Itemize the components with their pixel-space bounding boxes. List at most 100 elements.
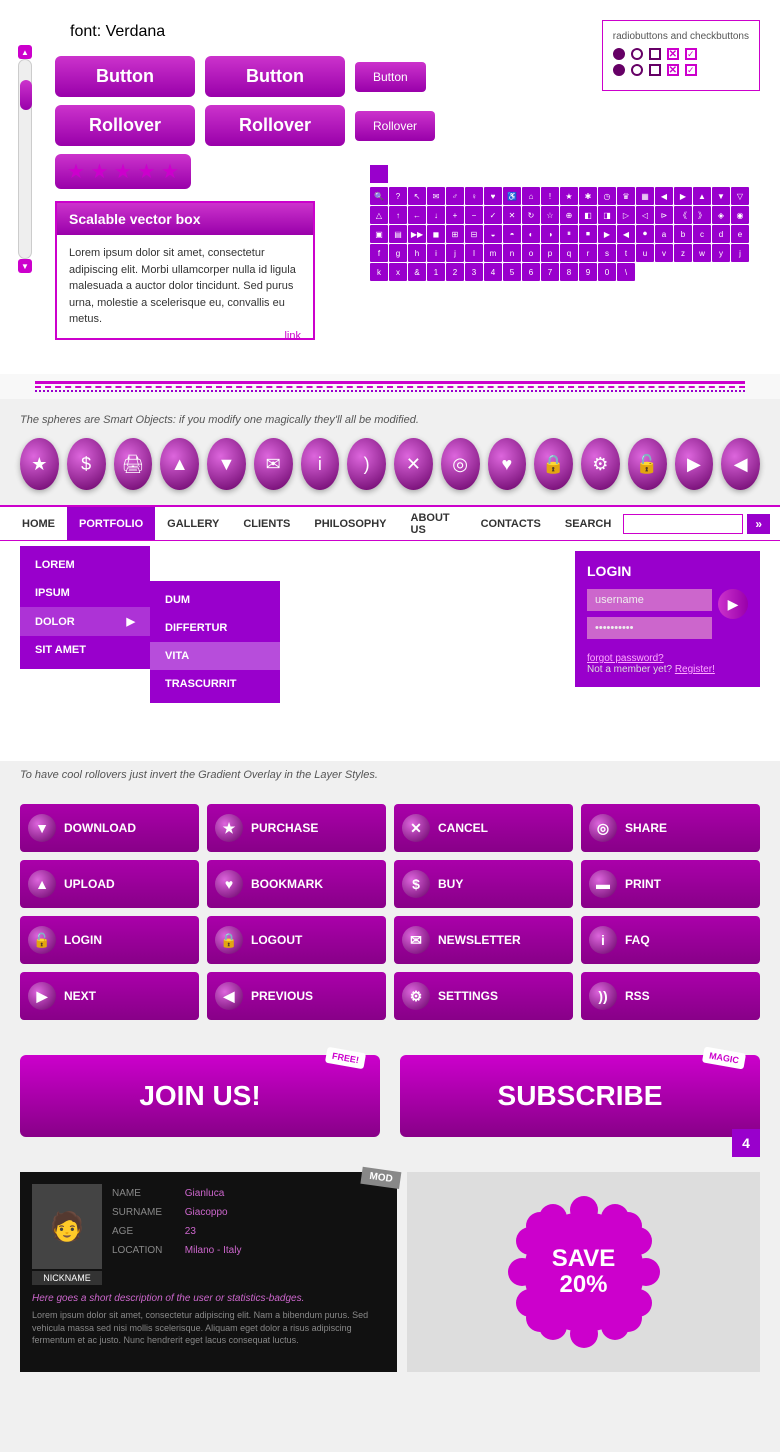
icon-t8: o bbox=[522, 244, 540, 262]
sphere-lock2[interactable]: 🔓 bbox=[628, 438, 667, 490]
sphere-up[interactable]: ▲ bbox=[160, 438, 199, 490]
logout-button[interactable]: 🔒 LOGOUT bbox=[207, 916, 386, 964]
checkbox-x-1[interactable]: ✕ bbox=[667, 48, 679, 60]
icon-r15: ⊟ bbox=[465, 225, 483, 243]
login-action-button[interactable]: 🔓 LOGIN bbox=[20, 916, 199, 964]
button-large-1[interactable]: Button bbox=[55, 56, 195, 97]
checkbox-x-2[interactable]: ✕ bbox=[667, 64, 679, 76]
button-large-2[interactable]: Button bbox=[205, 56, 345, 97]
nav-item-philosophy[interactable]: PHILOSOPHY bbox=[302, 507, 398, 540]
sphere-lock[interactable]: 🔒 bbox=[534, 438, 573, 490]
cancel-button[interactable]: ✕ CANCEL bbox=[394, 804, 573, 852]
buy-button[interactable]: $ BUY bbox=[394, 860, 573, 908]
menu-dolor[interactable]: DOLOR ▶ bbox=[20, 607, 150, 636]
previous-label: PREVIOUS bbox=[251, 989, 313, 1003]
checkbox-check-1[interactable]: ✓ bbox=[685, 48, 697, 60]
cancel-label: CANCEL bbox=[438, 821, 488, 835]
join-button[interactable]: FREE! JOIN US! bbox=[20, 1055, 380, 1137]
action-buttons-section: ▼ DOWNLOAD ★ PURCHASE ✕ CANCEL ◎ SHARE ▲… bbox=[0, 789, 780, 1035]
rss-button[interactable]: )) RSS bbox=[581, 972, 760, 1020]
sphere-x[interactable]: ✕ bbox=[394, 438, 433, 490]
checkbox-check-2[interactable]: ✓ bbox=[685, 64, 697, 76]
submenu-differtur[interactable]: DIFFERTUR bbox=[150, 614, 280, 642]
rollover-small-1[interactable]: Rollover bbox=[355, 111, 435, 141]
submenu-trascurrit[interactable]: TRASCURRIT bbox=[150, 670, 280, 698]
previous-button[interactable]: ◀ PREVIOUS bbox=[207, 972, 386, 1020]
radio-filled-1[interactable] bbox=[613, 48, 625, 60]
scroll-up-arrow[interactable]: ▲ bbox=[18, 45, 32, 59]
rollover-large-1[interactable]: Rollover bbox=[55, 105, 195, 146]
sphere-print[interactable]: 🖨 bbox=[114, 438, 153, 490]
password-input[interactable] bbox=[587, 617, 712, 639]
forgot-password-link[interactable]: forgot password? bbox=[587, 653, 664, 664]
sphere-rss[interactable]: ) bbox=[347, 438, 386, 490]
sphere-prev[interactable]: ◀ bbox=[721, 438, 760, 490]
settings-button[interactable]: ⚙ SETTINGS bbox=[394, 972, 573, 1020]
print-button[interactable]: ▬ PRINT bbox=[581, 860, 760, 908]
bookmark-label: BOOKMARK bbox=[251, 877, 323, 891]
subscribe-badge: MAGIC bbox=[702, 1046, 746, 1069]
faq-button[interactable]: i FAQ bbox=[581, 916, 760, 964]
radio-empty-1[interactable] bbox=[631, 48, 643, 60]
nav-item-aboutus[interactable]: ABOUT US bbox=[399, 507, 469, 540]
icon-t11: r bbox=[579, 244, 597, 262]
share-button[interactable]: ◎ SHARE bbox=[581, 804, 760, 852]
sphere-down[interactable]: ▼ bbox=[207, 438, 246, 490]
register-link[interactable]: Register! bbox=[675, 664, 715, 675]
menu-lorem[interactable]: LOREM bbox=[20, 551, 150, 579]
purchase-button[interactable]: ★ PURCHASE bbox=[207, 804, 386, 852]
subscribe-button[interactable]: MAGIC SUBSCRIBE bbox=[400, 1055, 760, 1137]
spheres-section: The spheres are Smart Objects: if you mo… bbox=[0, 399, 780, 505]
download-button[interactable]: ▼ DOWNLOAD bbox=[20, 804, 199, 852]
menu-sitamet[interactable]: SIT AMET bbox=[20, 636, 150, 664]
next-button[interactable]: ▶ NEXT bbox=[20, 972, 199, 1020]
icon-r2: ◨ bbox=[598, 206, 616, 224]
login-title: LOGIN bbox=[587, 563, 748, 579]
scrollbar-track[interactable] bbox=[18, 59, 32, 259]
scrollbar-thumb[interactable] bbox=[20, 80, 32, 110]
search-button[interactable]: » bbox=[747, 514, 770, 534]
sphere-mail[interactable]: ✉ bbox=[254, 438, 293, 490]
nav-item-home[interactable]: HOME bbox=[10, 507, 67, 540]
sphere-info[interactable]: i bbox=[301, 438, 340, 490]
bookmark-icon: ♥ bbox=[215, 870, 243, 898]
nav-item-contacts[interactable]: CONTACTS bbox=[469, 507, 553, 540]
submenu-vita[interactable]: VITA bbox=[150, 642, 280, 670]
sphere-target[interactable]: ◎ bbox=[441, 438, 480, 490]
icon-r8: ◈ bbox=[712, 206, 730, 224]
page-number: 4 bbox=[732, 1129, 760, 1157]
radio-empty-2[interactable] bbox=[631, 64, 643, 76]
nav-item-clients[interactable]: CLIENTS bbox=[231, 507, 302, 540]
icon-exclaim: ! bbox=[541, 187, 559, 205]
checkbox-empty-2[interactable] bbox=[649, 64, 661, 76]
sphere-heart[interactable]: ♥ bbox=[488, 438, 527, 490]
scroll-down-arrow[interactable]: ▼ bbox=[18, 259, 32, 273]
checkbox-empty-1[interactable] bbox=[649, 48, 661, 60]
sphere-star[interactable]: ★ bbox=[20, 438, 59, 490]
username-input[interactable] bbox=[587, 589, 712, 611]
vector-box-link[interactable]: link bbox=[284, 328, 301, 345]
sphere-play[interactable]: ▶ bbox=[675, 438, 714, 490]
nav-item-portfolio[interactable]: PORTFOLIO bbox=[67, 507, 155, 540]
menu-ipsum[interactable]: IPSUM bbox=[20, 579, 150, 607]
join-badge: FREE! bbox=[325, 1047, 366, 1070]
sphere-wrench[interactable]: ⚙ bbox=[581, 438, 620, 490]
nav-item-gallery[interactable]: GALLERY bbox=[155, 507, 231, 540]
search-input[interactable] bbox=[623, 514, 743, 534]
icon-refresh: ↻ bbox=[522, 206, 540, 224]
login-submit-button[interactable]: ▶ bbox=[718, 589, 748, 619]
previous-icon: ◀ bbox=[215, 982, 243, 1010]
newsletter-button[interactable]: ✉ NEWSLETTER bbox=[394, 916, 573, 964]
button-small-1[interactable]: Button bbox=[355, 62, 426, 92]
upload-button[interactable]: ▲ UPLOAD bbox=[20, 860, 199, 908]
nav-item-search[interactable]: SEARCH bbox=[553, 507, 623, 540]
bookmark-button[interactable]: ♥ BOOKMARK bbox=[207, 860, 386, 908]
sphere-dollar[interactable]: $ bbox=[67, 438, 106, 490]
icon-play: ▶ bbox=[674, 187, 692, 205]
icon-male: ♂ bbox=[446, 187, 464, 205]
radio-filled-2[interactable] bbox=[613, 64, 625, 76]
submenu-dum[interactable]: DUM bbox=[150, 586, 280, 614]
icon-asterisk: ✱ bbox=[579, 187, 597, 205]
scrollbar-vertical[interactable]: ▲ ▼ bbox=[18, 45, 32, 273]
rollover-large-2[interactable]: Rollover bbox=[205, 105, 345, 146]
